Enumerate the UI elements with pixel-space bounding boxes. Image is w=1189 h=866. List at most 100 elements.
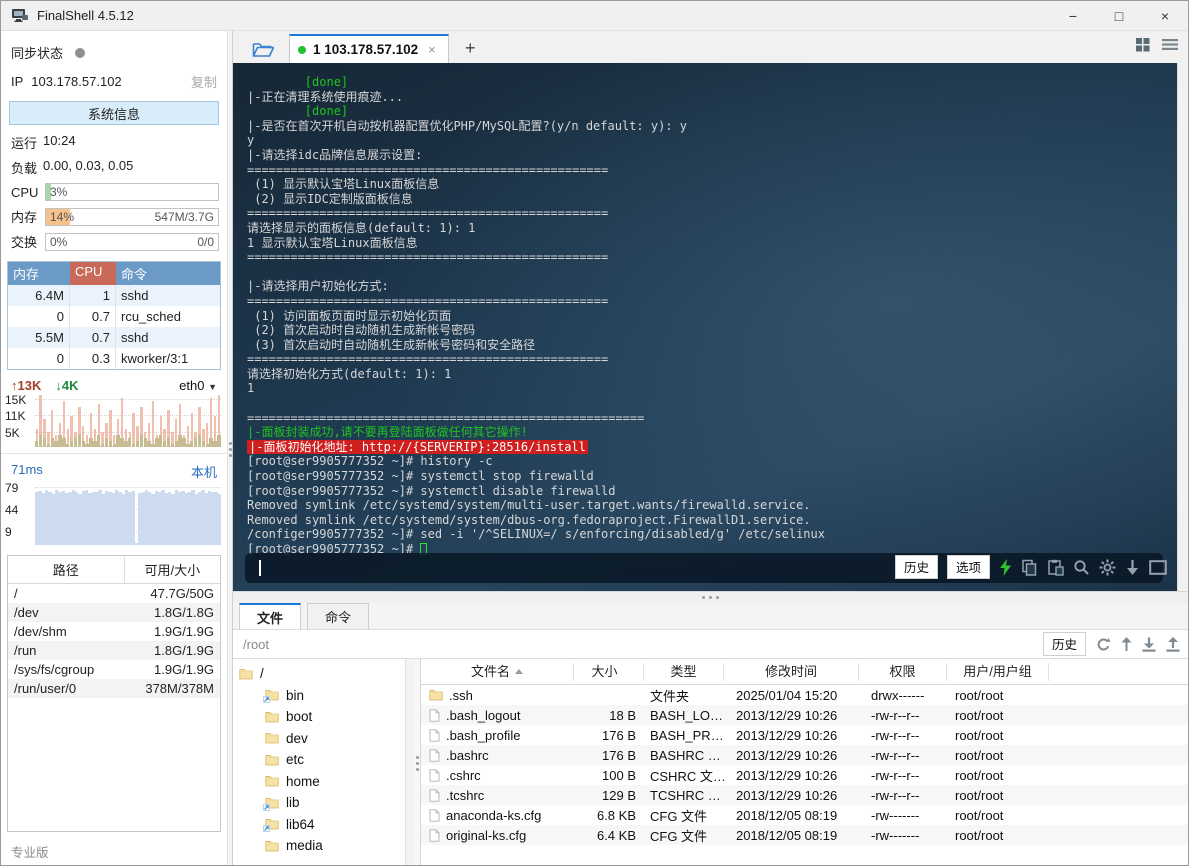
disk-row[interactable]: /dev 1.8G/1.8G bbox=[8, 603, 220, 622]
process-row[interactable]: 5.5M 0.7 sshd bbox=[8, 327, 220, 348]
options-button[interactable]: 选项 bbox=[946, 555, 990, 579]
search-icon[interactable] bbox=[1073, 559, 1090, 576]
terminal-line: 请选择初始化方式(default: 1): 1 bbox=[247, 366, 452, 381]
close-button[interactable]: × bbox=[1142, 1, 1188, 30]
chart-tick-label: 79 bbox=[5, 481, 19, 495]
session-tab[interactable]: 1 103.178.57.102 × bbox=[289, 34, 449, 63]
edition-label: 专业版 bbox=[11, 846, 49, 860]
disk-row[interactable]: /47.7G/50G bbox=[8, 584, 220, 603]
copy-icon[interactable] bbox=[1021, 559, 1038, 576]
panel-splitter[interactable] bbox=[233, 591, 1188, 603]
minimize-button[interactable]: − bbox=[1050, 1, 1096, 30]
file-row-anaconda-ks.cfg[interactable]: anaconda-ks.cfg 6.8 KB CFG 文件 2018/12/05 08… bbox=[421, 805, 1188, 825]
process-col-cpu[interactable]: CPU bbox=[70, 262, 116, 285]
terminal-scrollbar[interactable] bbox=[1177, 63, 1188, 591]
file-col-perm[interactable]: 权限 bbox=[859, 662, 947, 681]
settings-gear-icon[interactable] bbox=[1099, 559, 1116, 576]
terminal-line: |-请选择idc品牌信息展示设置: bbox=[247, 147, 423, 162]
text-cursor bbox=[259, 560, 261, 576]
network-download-rate: ↓4K bbox=[55, 378, 79, 393]
process-row[interactable]: 0 0.7 rcu_sched bbox=[8, 306, 220, 327]
file-col-mtime[interactable]: 修改时间 bbox=[724, 662, 859, 681]
file-row-.bash_profile[interactable]: .bash_profile 176 B BASH_PR… 2013/12/29 10:… bbox=[421, 725, 1188, 745]
chart-tick-label: 15K bbox=[5, 393, 27, 407]
terminal-line: ========================================… bbox=[247, 293, 609, 308]
tree-item-home[interactable]: home bbox=[239, 771, 405, 793]
upload-icon[interactable] bbox=[1166, 636, 1180, 652]
menu-icon[interactable] bbox=[1162, 38, 1178, 51]
folder-icon bbox=[263, 818, 279, 833]
file-row-.tcshrc[interactable]: .tcshrc 129 B TCSHRC … 2013/12/29 10:26 -rw-… bbox=[421, 785, 1188, 805]
tree-item-dev[interactable]: dev bbox=[239, 728, 405, 750]
process-row[interactable]: 0 0.3 kworker/3:1 bbox=[8, 348, 220, 369]
network-chart: 15K 11K 5K bbox=[3, 393, 223, 447]
file-col-name[interactable]: 文件名 bbox=[421, 662, 574, 681]
terminal-line: 1 bbox=[247, 381, 255, 396]
sync-status-label: 同步状态 bbox=[11, 46, 64, 61]
process-table[interactable]: 内存 CPU 命令 6.4M 1 sshd 0 0.7 rcu_sched 5.5M 0.7 s… bbox=[7, 261, 221, 370]
file-row-.ssh[interactable]: .ssh 文件夹 2025/01/04 15:20 drwx------ root/ro… bbox=[421, 685, 1188, 705]
tab-commands[interactable]: 命令 bbox=[307, 603, 369, 629]
history-button[interactable]: 历史 bbox=[894, 555, 938, 579]
memory-meter: 内存 14% 547M/3.7G bbox=[1, 205, 227, 228]
tree-item-media[interactable]: media bbox=[239, 835, 405, 857]
file-row-.cshrc[interactable]: .cshrc 100 B CSHRC 文… 2013/12/29 10:26 -rw-r… bbox=[421, 765, 1188, 785]
new-tab-button[interactable]: + bbox=[459, 38, 482, 63]
directory-tree[interactable]: / bin boot dev etc home lib lib64 media bbox=[233, 659, 405, 865]
grid-view-icon[interactable] bbox=[1135, 37, 1150, 52]
file-col-size[interactable]: 大小 bbox=[574, 662, 644, 681]
file-row-.bash_logout[interactable]: .bash_logout 18 B BASH_LO… 2013/12/29 10:26… bbox=[421, 705, 1188, 725]
disk-row[interactable]: /run/user/0 378M/378M bbox=[8, 679, 220, 698]
parent-directory-icon[interactable] bbox=[1121, 636, 1132, 652]
chart-tick-label: 11K bbox=[5, 409, 26, 423]
process-col-command[interactable]: 命令 bbox=[116, 262, 220, 285]
network-interface-select[interactable]: eth0 ▼ bbox=[179, 378, 217, 393]
tab-close-icon[interactable]: × bbox=[428, 42, 436, 57]
tree-item-lib64[interactable]: lib64 bbox=[239, 814, 405, 836]
folder-icon bbox=[265, 754, 279, 766]
terminal-line: 1 显示默认宝塔Linux面板信息 bbox=[247, 235, 418, 250]
open-folder-icon bbox=[252, 42, 274, 57]
process-col-memory[interactable]: 内存 bbox=[8, 262, 70, 285]
file-row-original-ks.cfg[interactable]: original-ks.cfg 6.4 KB CFG 文件 2018/12/05 08… bbox=[421, 825, 1188, 845]
download-icon[interactable] bbox=[1142, 637, 1156, 652]
fullscreen-icon[interactable] bbox=[1149, 559, 1167, 575]
disk-table[interactable]: 路径 可用/大小 /47.7G/50G/dev 1.8G/1.8G/dev/shm… bbox=[7, 555, 221, 832]
disk-row[interactable]: /dev/shm 1.9G/1.9G bbox=[8, 622, 220, 641]
folder-icon bbox=[265, 840, 279, 852]
terminal[interactable]: [done] |-正在清理系统使用痕迹... [done] |-是否在首次开机自动按… bbox=[233, 63, 1177, 591]
tab-files[interactable]: 文件 bbox=[239, 603, 301, 629]
symlink-arrow-icon bbox=[263, 825, 270, 833]
refresh-icon[interactable] bbox=[1096, 637, 1111, 652]
copy-ip-button[interactable]: 复制 bbox=[191, 72, 217, 91]
system-info-button[interactable]: 系统信息 bbox=[9, 101, 219, 125]
folder-icon bbox=[265, 775, 279, 787]
file-col-user[interactable]: 用户/用户组 bbox=[947, 662, 1049, 681]
tree-item-lib[interactable]: lib bbox=[239, 792, 405, 814]
tree-item-boot[interactable]: boot bbox=[239, 706, 405, 728]
uptime-value: 10:24 bbox=[43, 133, 76, 148]
connection-manager-button[interactable] bbox=[243, 35, 283, 63]
file-col-type[interactable]: 类型 bbox=[644, 662, 724, 681]
tree-item-etc[interactable]: etc bbox=[239, 749, 405, 771]
maximize-button[interactable]: □ bbox=[1096, 1, 1142, 30]
session-tabbar: 1 103.178.57.102 × + bbox=[233, 31, 1188, 63]
disk-row[interactable]: /sys/fs/cgroup 1.9G/1.9G bbox=[8, 660, 220, 679]
disk-row[interactable]: /run 1.8G/1.9G bbox=[8, 641, 220, 660]
terminal-line: ========================================… bbox=[247, 250, 609, 265]
paste-icon[interactable] bbox=[1047, 559, 1064, 576]
process-row[interactable]: 6.4M 1 sshd bbox=[8, 285, 220, 306]
tree-scrollbar[interactable] bbox=[405, 659, 414, 865]
path-input[interactable]: /root bbox=[243, 637, 1043, 652]
disk-col-path[interactable]: 路径 bbox=[8, 556, 125, 583]
folder-icon bbox=[263, 797, 279, 811]
scroll-to-bottom-icon[interactable] bbox=[1125, 559, 1140, 576]
accelerate-icon[interactable] bbox=[999, 558, 1012, 576]
disk-col-size[interactable]: 可用/大小 bbox=[125, 556, 220, 583]
tree-splitter[interactable] bbox=[414, 659, 421, 865]
file-row-.bashrc[interactable]: .bashrc 176 B BASHRC … 2013/12/29 10:26 -rw-… bbox=[421, 745, 1188, 765]
path-history-button[interactable]: 历史 bbox=[1042, 632, 1086, 656]
tree-item-bin[interactable]: bin bbox=[239, 685, 405, 707]
tree-item-root[interactable]: / bbox=[239, 663, 405, 685]
file-icon bbox=[429, 828, 440, 842]
